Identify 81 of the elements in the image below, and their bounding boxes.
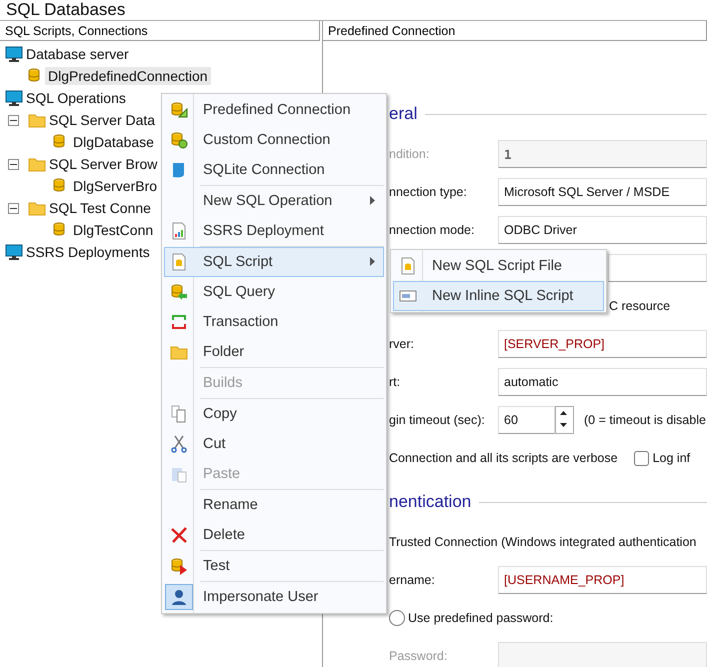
menu-item[interactable]: Cut [164,429,384,459]
tree-item[interactable]: SQL Test Conne [46,199,154,217]
tree-item[interactable]: DlgDatabase [70,133,157,151]
field-label: Password: [389,649,448,663]
field-label: ndition: [389,147,430,161]
submenu-arrow-icon [370,257,375,266]
minus-icon [10,117,17,124]
menu-item[interactable]: Copy [164,399,384,429]
menu-item[interactable]: SQLite Connection [164,155,384,185]
database-play-icon [170,557,188,575]
field-label: rt: [389,375,402,389]
monitor-icon [5,45,23,63]
menu-item[interactable]: Delete [164,520,384,550]
menu-item[interactable]: SQL Script [164,247,384,277]
monitor-icon [5,243,23,261]
option-label: Trusted Connection (Windows integrated authentication [389,535,696,549]
field-label: gin timeout (sec): [389,413,486,427]
tree-item[interactable]: SSRS Deployments [23,243,153,261]
menu-item[interactable]: New Inline SQL Script [393,281,604,311]
menu-item[interactable]: SSRS Deployment [164,216,384,246]
collapse-toggle[interactable] [8,115,19,126]
minus-icon [10,205,17,212]
input-field[interactable]: Microsoft SQL Server / MSDE [498,178,707,206]
window-title: SQL Databases [5,0,126,20]
input-field[interactable]: [SERVER_PROP] [498,330,707,358]
collapse-toggle[interactable] [8,203,19,214]
input-field[interactable]: [USERNAME_PROP] [498,566,707,594]
panel-header: Predefined Connection [323,21,707,41]
tree-item[interactable]: SQL Server Brow [46,155,160,173]
input-field[interactable]: automatic [498,368,707,396]
menu-item[interactable]: Transaction [164,307,384,337]
tree-item[interactable]: DlgTestConn [70,221,156,239]
collapse-toggle[interactable] [8,159,19,170]
menu-item[interactable]: Folder [164,337,384,367]
monitor-icon [5,89,23,107]
menu-item[interactable]: Test [164,551,384,581]
panel-header: SQL Scripts, Connections [0,21,320,41]
field-label: nnection mode: [389,223,476,237]
radio-label: Use predefined password: [408,611,554,625]
section-heading: eral [389,104,418,124]
checkbox-label: Log inf [652,451,690,465]
number-field[interactable]: 60 [498,406,555,434]
hint-text: (0 = timeout is disable [584,413,706,427]
input-field[interactable] [608,254,707,282]
database-document-icon [399,257,417,275]
database-document-icon [170,253,188,271]
submenu-arrow-icon [370,196,375,205]
menu-item[interactable]: Impersonate User [164,582,384,612]
field-label: nnection type: [389,185,468,199]
tree-item[interactable]: SQL Server Data [46,111,158,129]
input-field[interactable]: ODBC Driver [498,216,707,244]
database-arrow-icon [170,283,188,301]
chart-document-icon [170,222,188,240]
user-icon [170,588,188,606]
spin-buttons[interactable] [555,406,574,434]
option-label: Connection and all its scripts are verbose [389,451,618,465]
delete-cross-icon [170,526,188,544]
tree-item[interactable]: DlgServerBro [70,177,160,195]
paste-icon [170,465,188,483]
menu-item[interactable]: New SQL Operation [164,186,384,216]
field-label: rver: [389,337,415,351]
tree-item[interactable]: DlgPredefinedConnection [45,67,211,85]
scissors-icon [170,435,188,453]
menu-item[interactable]: Custom Connection [164,125,384,155]
checkbox[interactable] [634,450,649,466]
tree-item[interactable]: SQL Operations [23,89,129,107]
option-label: C resource [609,299,670,313]
section-heading: nentication [389,492,472,512]
menu-item[interactable]: Predefined Connection [164,95,384,125]
menu-item[interactable]: New SQL Script File [393,251,604,281]
transaction-arrows-icon [170,313,188,331]
field-label: ername: [389,573,436,587]
database-ruler-icon [170,101,188,119]
copy-icon [170,405,188,423]
menu-item[interactable]: SQL Query [164,277,384,307]
radio-button[interactable] [389,610,405,626]
input-field[interactable] [498,642,707,667]
database-gear-icon [170,131,188,149]
minus-icon [10,161,17,168]
tree-item[interactable]: Database server [23,45,132,63]
menu-item[interactable]: Rename [164,490,384,520]
